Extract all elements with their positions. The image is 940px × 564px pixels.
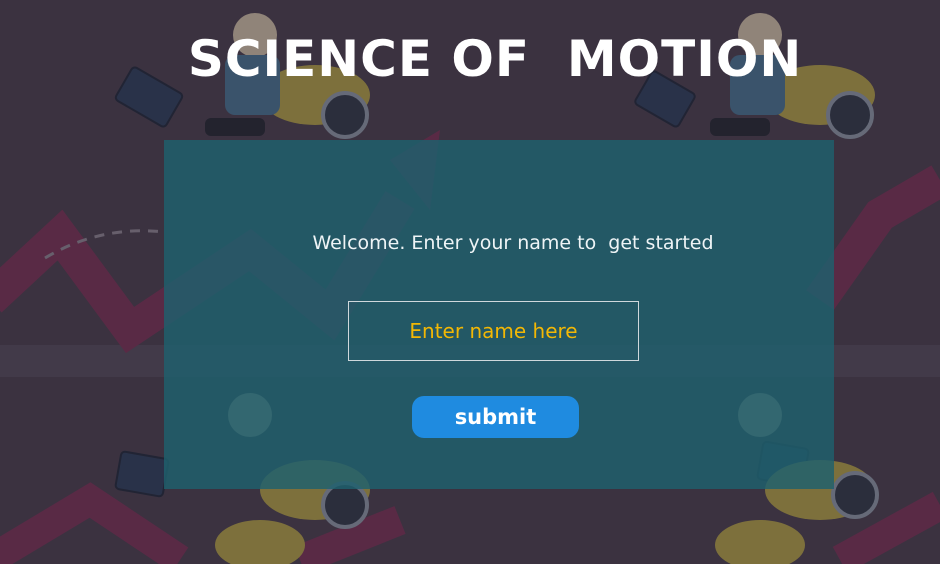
welcome-panel: Welcome. Enter your name to get started …: [164, 140, 834, 489]
welcome-message: Welcome. Enter your name to get started: [312, 232, 714, 254]
name-input[interactable]: [348, 301, 639, 361]
submit-button[interactable]: submit: [412, 396, 579, 438]
page-title: SCIENCE OF MOTION: [187, 30, 803, 88]
